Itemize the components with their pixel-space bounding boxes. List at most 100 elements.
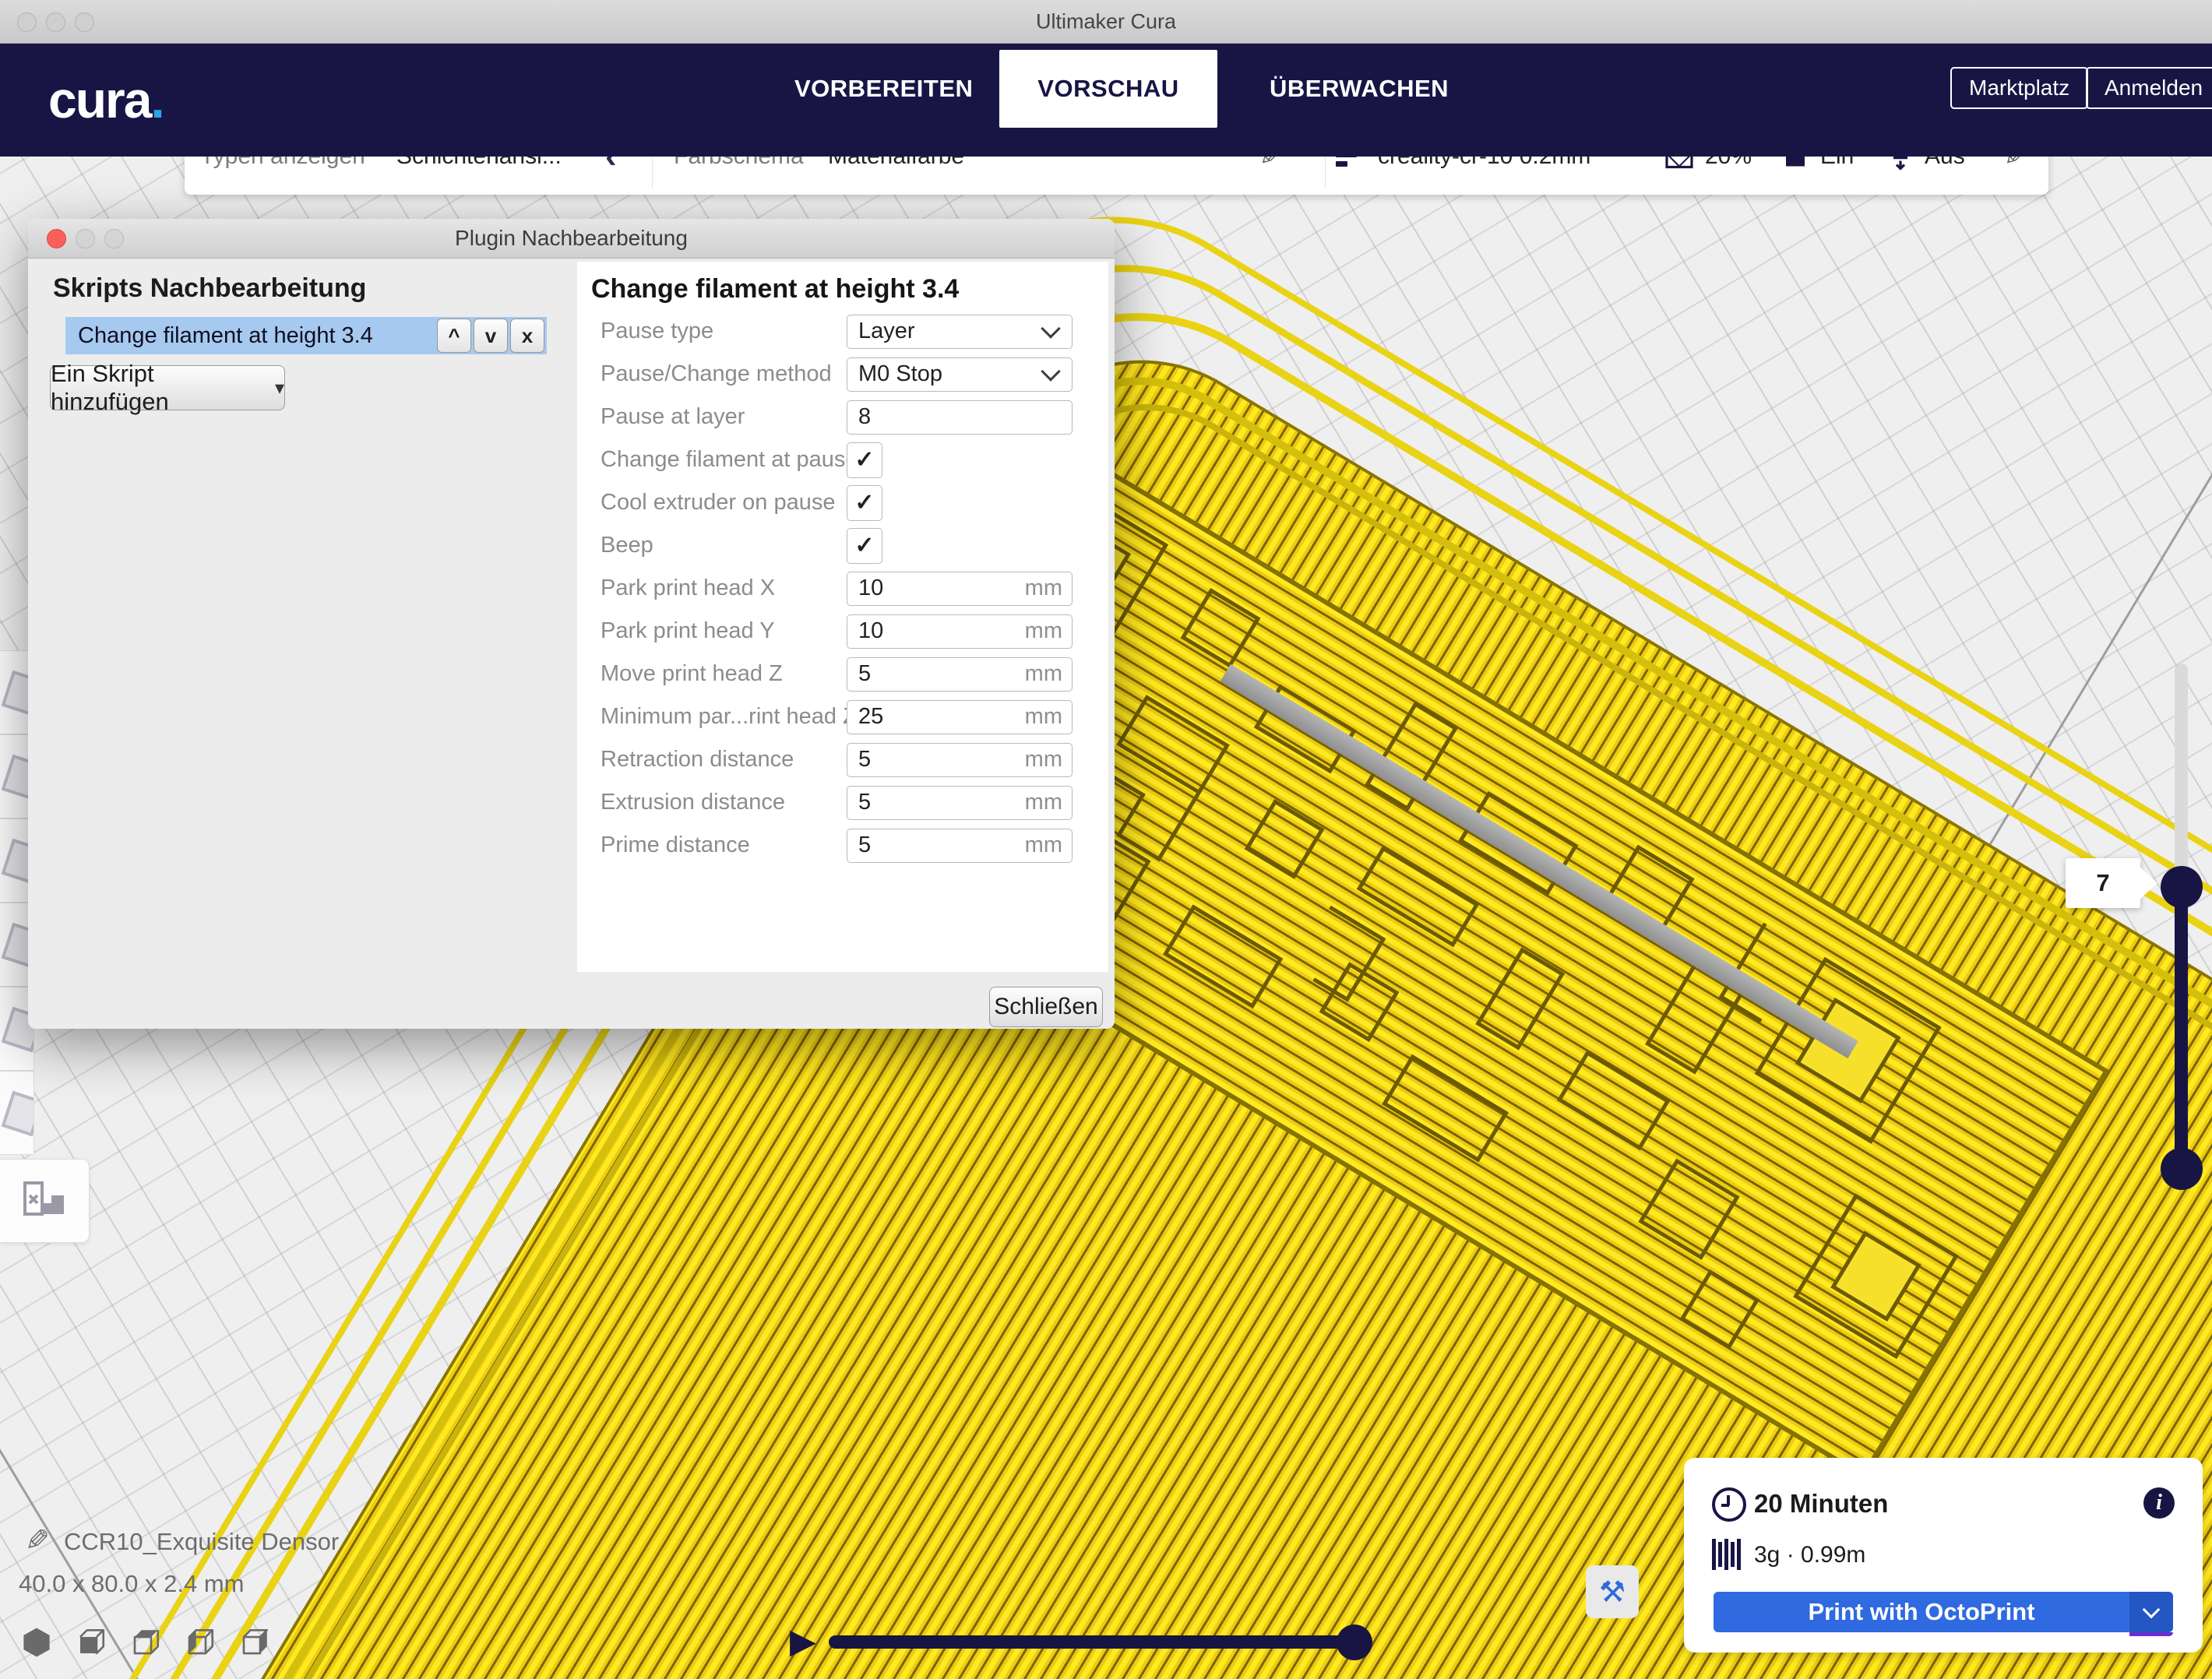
support-blocker-button[interactable] [0,1159,90,1243]
simulation-slider-track[interactable] [829,1635,1365,1649]
field-input[interactable]: 10mm [847,614,1073,649]
field-label: Park print head Y [577,618,847,644]
field-unit: mm [1025,832,1062,858]
dialog-titlebar: Plugin Nachbearbeitung [28,219,1115,259]
info-icon[interactable]: i [2143,1487,2175,1519]
field-label: Pause at layer [577,404,847,430]
field-select[interactable]: Layer [847,315,1073,349]
view-front-icon[interactable] [75,1626,107,1659]
field-row-10: Retraction distance5mm [577,738,1108,781]
print-button-label: Print with OctoPrint [1714,1598,2129,1626]
field-unit: mm [1025,747,1062,773]
field-input[interactable]: 5mm [847,786,1073,820]
window-minimize-button[interactable] [46,12,65,32]
field-unit: mm [1025,661,1062,687]
window-zoom-button[interactable] [75,12,94,32]
field-input[interactable]: 25mm [847,700,1073,734]
field-checkbox[interactable]: ✓ [847,442,882,478]
field-row-11: Extrusion distance5mm [577,781,1108,824]
marketplace-button[interactable]: Marktplatz [1950,67,2088,109]
current-layer-badge: 7 [2066,858,2140,908]
field-unit: mm [1025,704,1062,730]
layer-slider-range[interactable] [2175,880,2188,1173]
material-usage: 3g · 0.99m [1754,1542,1865,1568]
tab-prepare[interactable]: VORBEREITEN [763,50,1004,128]
dialog-title: Plugin Nachbearbeitung [455,226,688,251]
field-row-2: Pause at layer8 [577,396,1108,438]
field-label: Park print head X [577,576,847,601]
script-settings-panel: Change filament at height 3.4 Pause type… [577,262,1108,972]
view-top-icon[interactable] [129,1626,162,1659]
simulation-slider-handle[interactable] [1337,1624,1372,1660]
tool-extra-button[interactable] [0,1071,34,1155]
tab-monitor[interactable]: ÜBERWACHEN [1238,50,1480,128]
field-label: Prime distance [577,832,847,858]
sign-in-button[interactable]: Anmelden [2086,67,2212,109]
octoprint-settings-button[interactable]: ⚒ [1586,1565,1639,1618]
field-label: Retraction distance [577,747,847,773]
print-options-dropdown[interactable] [2129,1592,2173,1632]
tab-preview[interactable]: VORSCHAU [999,50,1217,128]
field-input[interactable]: 5mm [847,657,1073,692]
chevron-down-icon [1041,361,1060,381]
field-unit: mm [1025,576,1062,601]
field-label: Minimum par...rint head Z [577,704,847,730]
field-row-7: Park print head Y10mm [577,610,1108,653]
remove-script-button[interactable]: x [510,319,544,353]
field-row-3: Change filament at pause✓ [577,438,1108,481]
field-input[interactable]: 8 [847,400,1073,435]
field-row-8: Move print head Z5mm [577,653,1108,695]
model-name: CCR10_Exquisite Densor [64,1528,339,1556]
field-label: Beep [577,533,847,558]
field-row-5: Beep✓ [577,524,1108,567]
dialog-close-action-button[interactable]: Schließen [989,987,1103,1027]
view-3d-icon[interactable] [20,1626,53,1659]
field-input[interactable]: 10mm [847,572,1073,606]
scripts-heading: Skripts Nachbearbeitung [53,273,366,304]
post-processing-dialog: Plugin Nachbearbeitung Skripts Nachbearb… [28,219,1115,1029]
field-row-6: Park print head X10mm [577,567,1108,610]
view-orientation-bar [20,1626,271,1659]
field-label: Pause type [577,319,847,344]
field-row-12: Prime distance5mm [577,824,1108,867]
dialog-close-button[interactable] [47,229,66,248]
field-input[interactable]: 5mm [847,829,1073,863]
field-row-9: Minimum par...rint head Z25mm [577,695,1108,738]
print-button[interactable]: Print with OctoPrint [1714,1592,2173,1632]
field-input[interactable]: 5mm [847,743,1073,777]
dialog-minimize-button[interactable] [76,229,95,248]
field-label: Cool extruder on pause [577,490,847,516]
layer-slider-bottom-handle[interactable] [2161,1148,2203,1190]
window-titlebar: Ultimaker Cura [0,0,2212,44]
caret-down-icon: ▾ [275,377,284,400]
view-left-icon[interactable] [184,1626,217,1659]
field-label: Move print head Z [577,661,847,687]
play-button[interactable]: ▶ [790,1621,816,1661]
add-script-label: Ein Skript hinzufügen [51,360,270,416]
cura-logo: cura. [48,70,164,129]
clock-icon [1712,1487,1746,1522]
move-script-up-button[interactable]: ^ [437,319,471,353]
add-script-button[interactable]: Ein Skript hinzufügen ▾ [50,365,285,410]
field-select[interactable]: M0 Stop [847,357,1073,392]
script-name: Change filament at height 3.4 [78,323,437,349]
window-close-button[interactable] [17,12,37,32]
chevron-down-icon [1041,319,1060,338]
field-checkbox[interactable]: ✓ [847,528,882,564]
model-dimensions: 40.0 x 80.0 x 2.4 mm [19,1570,244,1598]
layer-slider-track-upper[interactable] [2175,664,2188,893]
logo-dot: . [150,71,163,128]
view-right-icon[interactable] [238,1626,271,1659]
field-label: Change filament at pause [577,447,847,473]
settings-rows: Pause typeLayerPause/Change methodM0 Sto… [577,310,1108,867]
dialog-zoom-button[interactable] [104,229,124,248]
rename-model-icon[interactable]: ✎ [25,1523,50,1558]
field-unit: mm [1025,618,1062,644]
script-list-item-selected[interactable]: Change filament at height 3.4 ^ v x [65,317,547,354]
field-checkbox[interactable]: ✓ [847,485,882,521]
field-label: Pause/Change method [577,361,847,387]
print-time: 20 Minuten [1754,1489,1888,1519]
move-script-down-button[interactable]: v [474,319,508,353]
filament-icon [1712,1539,1743,1570]
main-header: cura. VORBEREITEN VORSCHAU ÜBERWACHEN Ma… [0,44,2212,157]
